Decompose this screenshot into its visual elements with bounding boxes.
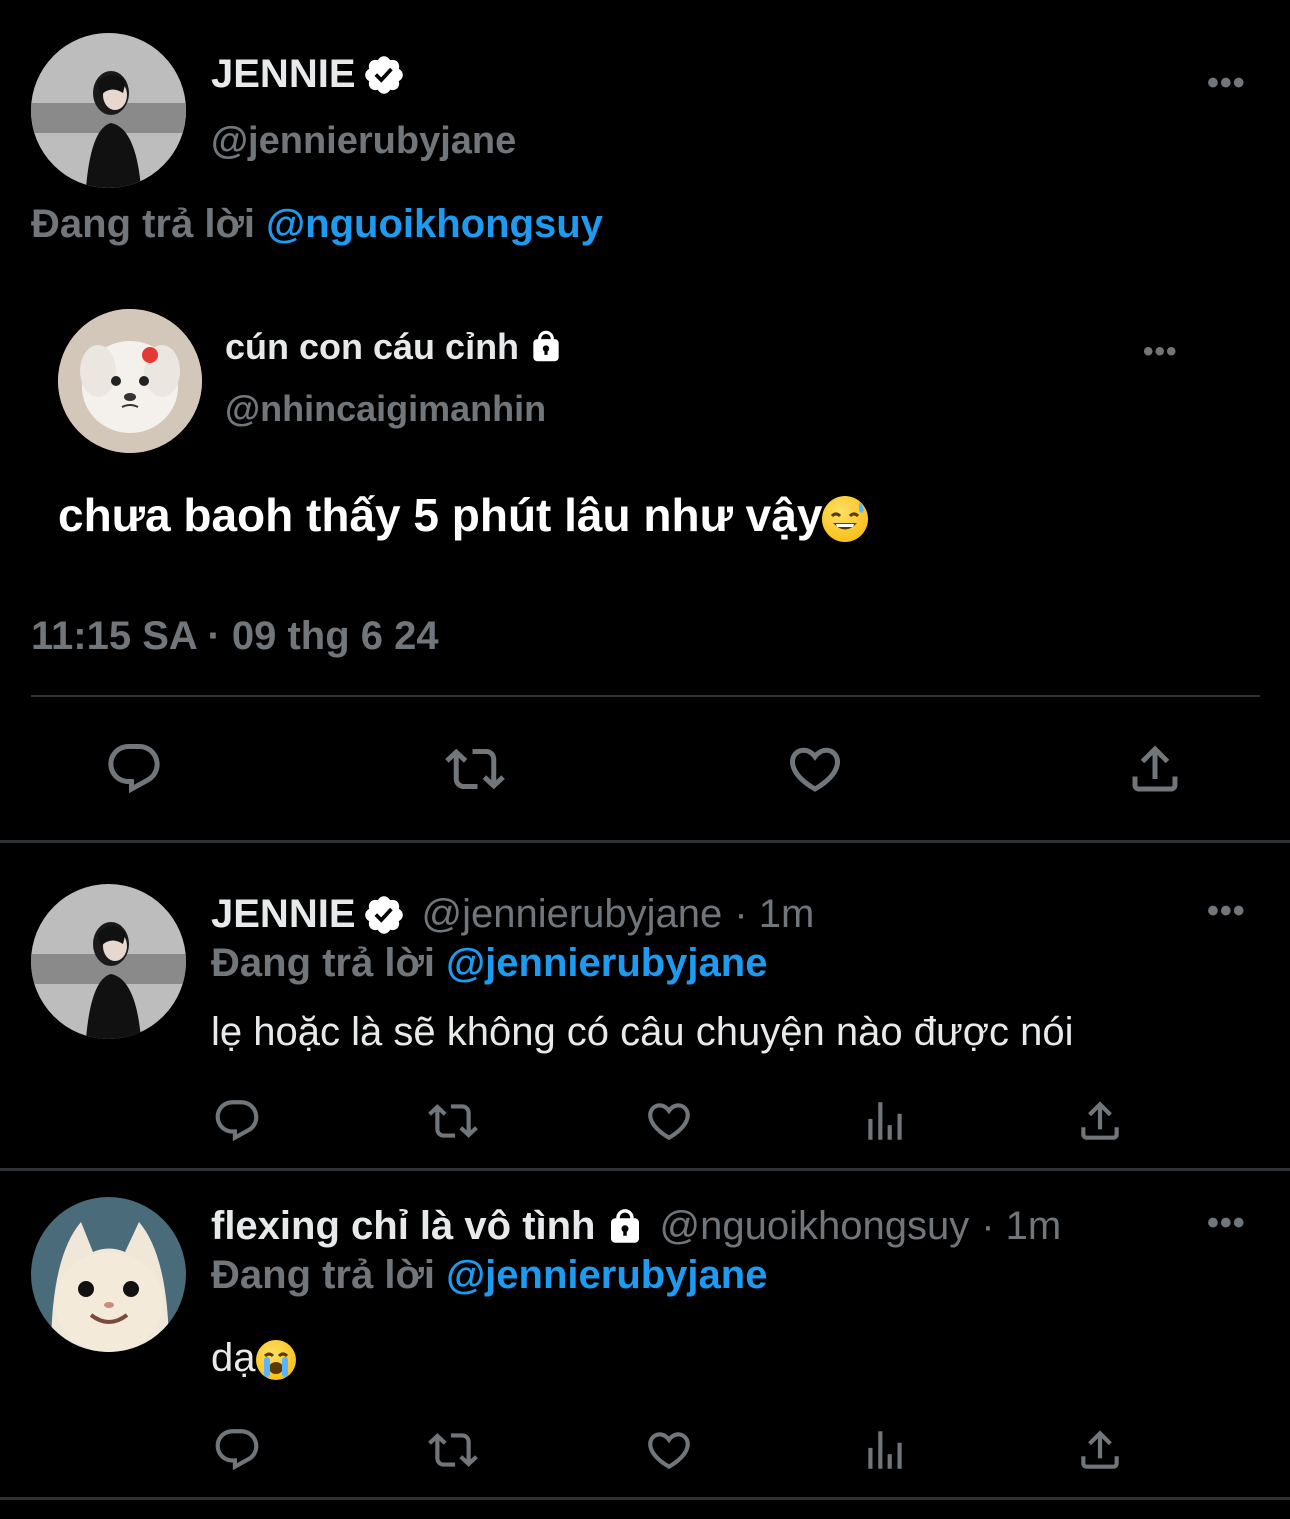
section-divider xyxy=(0,840,1290,843)
quoted-tweet-text: chưa baoh thấy 5 phút lâu như vậy xyxy=(58,488,869,542)
sweat-smile-emoji-icon xyxy=(822,495,869,542)
like-heart-icon[interactable] xyxy=(644,1096,694,1146)
views-analytics-icon[interactable] xyxy=(860,1425,910,1475)
quoted-author-name[interactable]: cún con cáu cỉnh xyxy=(225,326,565,368)
divider xyxy=(0,1497,1290,1500)
verified-badge-icon xyxy=(362,53,406,97)
reply1-time[interactable]: · 1m xyxy=(734,892,814,937)
verified-badge-icon xyxy=(362,893,406,937)
reply-to-link[interactable]: @jennierubyjane xyxy=(446,1253,767,1297)
quoted-tweet-text-content: chưa baoh thấy 5 phút lâu như vậy xyxy=(58,489,823,541)
main-author-handle[interactable]: @jennierubyjane xyxy=(211,120,516,163)
reply1-header: JENNIE @jennierubyjane · 1m xyxy=(211,892,814,937)
lock-icon xyxy=(604,1206,646,1248)
reply1-author-avatar[interactable] xyxy=(31,884,186,1039)
retweet-icon[interactable] xyxy=(425,1425,481,1475)
main-author-name[interactable]: JENNIE xyxy=(211,52,406,97)
share-icon[interactable] xyxy=(1075,1425,1125,1475)
reply1-reply-context: Đang trả lời @jennierubyjane xyxy=(211,941,767,986)
reply2-author-avatar[interactable] xyxy=(31,1197,186,1352)
reply1-author-handle[interactable]: @jennierubyjane xyxy=(422,892,723,937)
reply-to-link[interactable]: @jennierubyjane xyxy=(446,941,767,985)
reply2-time[interactable]: · 1m xyxy=(981,1204,1061,1249)
quoted-more-options-button[interactable]: ••• xyxy=(1143,335,1178,369)
reply-prefix: Đang trả lời xyxy=(211,1253,436,1297)
quoted-author-handle[interactable]: @nhincaigimanhin xyxy=(225,388,546,430)
main-author-avatar[interactable] xyxy=(31,33,186,188)
reply2-reply-context: Đang trả lời @jennierubyjane xyxy=(211,1253,767,1298)
reply2-author-name[interactable]: flexing chỉ là vô tình xyxy=(211,1204,596,1249)
retweet-icon[interactable] xyxy=(425,1096,481,1146)
views-analytics-icon[interactable] xyxy=(860,1096,910,1146)
divider xyxy=(31,695,1260,697)
quoted-author-avatar[interactable] xyxy=(58,309,202,453)
reply2-text-content: dạ xyxy=(211,1336,256,1380)
reply-icon[interactable] xyxy=(104,739,164,799)
reply-icon[interactable] xyxy=(212,1425,262,1475)
like-heart-icon[interactable] xyxy=(644,1425,694,1475)
reply2-author-handle[interactable]: @nguoikhongsuy xyxy=(660,1204,970,1249)
loudly-crying-emoji-icon xyxy=(255,1340,296,1381)
retweet-icon[interactable] xyxy=(442,739,508,799)
lock-icon xyxy=(527,328,565,366)
reply1-text: lẹ hoặc là sẽ không có câu chuyện nào đư… xyxy=(211,1010,1074,1054)
divider xyxy=(0,1168,1290,1171)
reply1-more-options-button[interactable]: ••• xyxy=(1207,892,1246,931)
tweet-timestamp[interactable]: 11:15 SA · 09 thg 6 24 xyxy=(31,614,439,659)
like-heart-icon[interactable] xyxy=(785,739,845,799)
share-icon[interactable] xyxy=(1125,739,1185,799)
main-reply-context: Đang trả lời @nguoikhongsuy xyxy=(31,202,603,247)
reply2-more-options-button[interactable]: ••• xyxy=(1207,1204,1246,1243)
reply-prefix: Đang trả lời xyxy=(211,941,436,985)
share-icon[interactable] xyxy=(1075,1096,1125,1146)
reply2-header: flexing chỉ là vô tình @nguoikhongsuy · … xyxy=(211,1204,1061,1249)
quoted-author-name-text: cún con cáu cỉnh xyxy=(225,326,520,367)
main-more-options-button[interactable]: ••• xyxy=(1207,64,1246,103)
reply2-text: dạ xyxy=(211,1336,296,1381)
main-author-name-text: JENNIE xyxy=(211,52,356,96)
reply-to-link[interactable]: @nguoikhongsuy xyxy=(266,202,603,246)
reply1-author-name[interactable]: JENNIE xyxy=(211,892,356,937)
reply-icon[interactable] xyxy=(212,1096,262,1146)
reply-prefix: Đang trả lời xyxy=(31,202,256,246)
